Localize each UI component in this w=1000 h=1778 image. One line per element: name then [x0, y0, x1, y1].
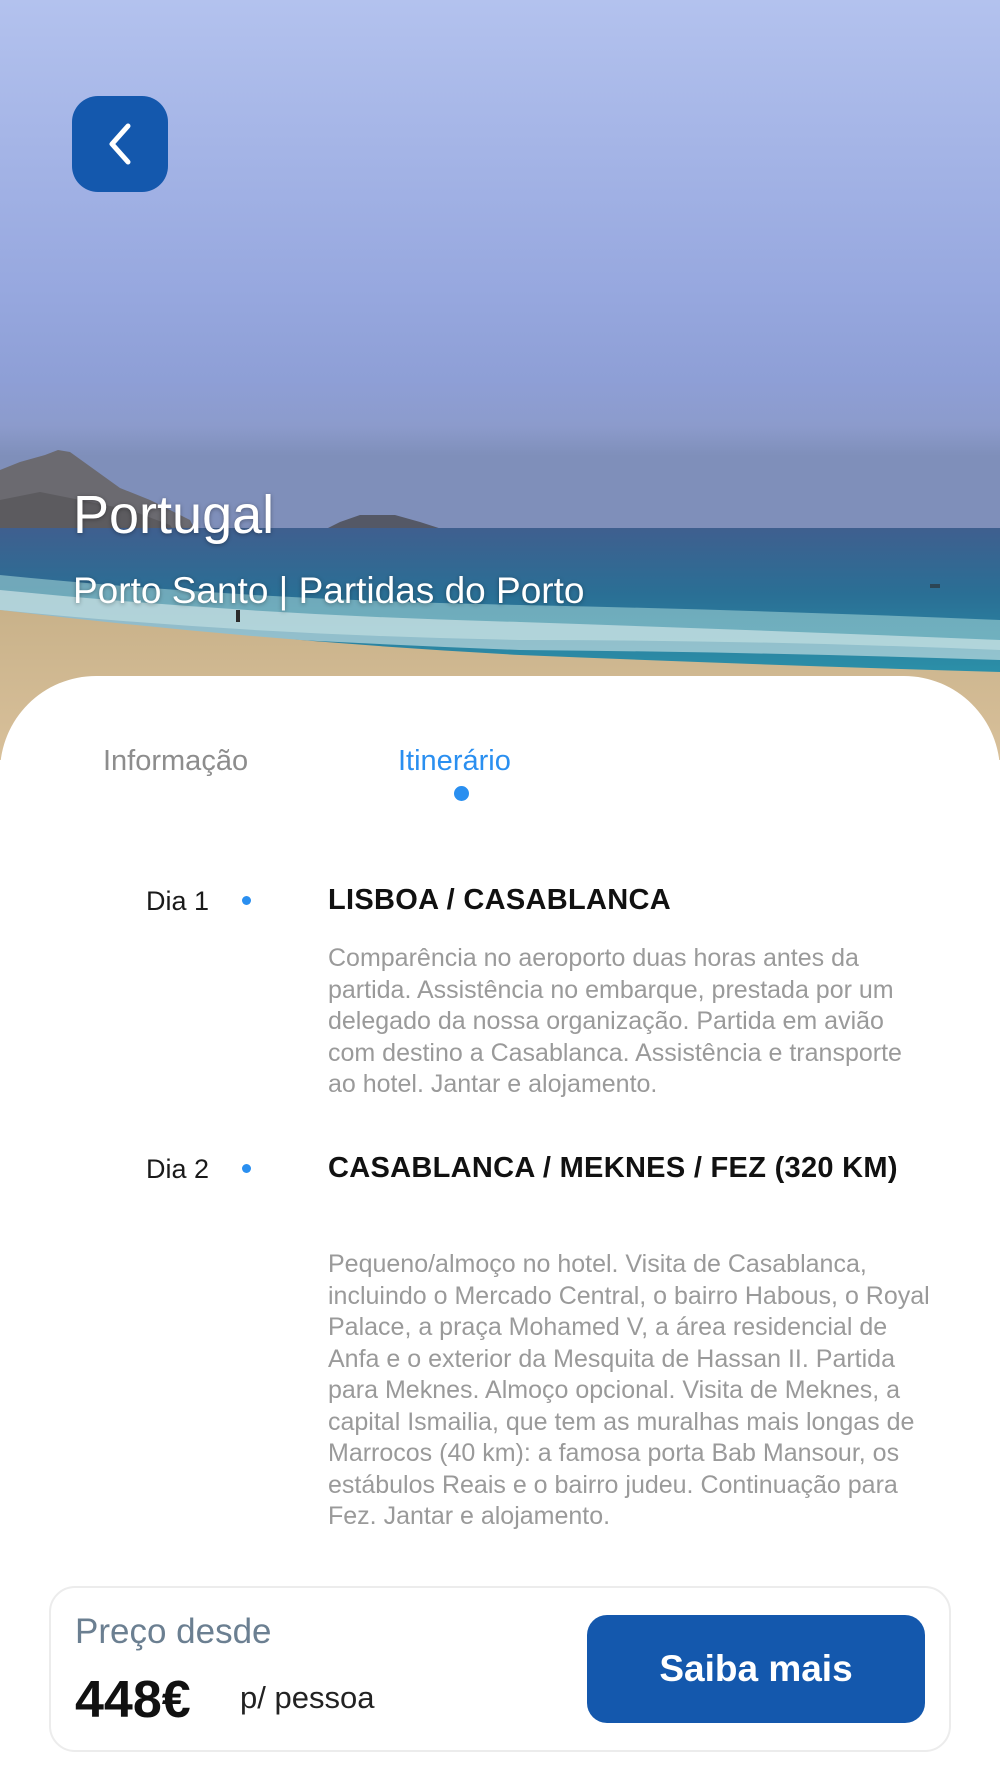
timeline-dot [242, 896, 251, 905]
saiba-mais-button[interactable]: Saiba mais [587, 1615, 925, 1723]
back-button[interactable] [72, 96, 168, 192]
day-description: Pequeno/almoço no hotel. Visita de Casab… [328, 1250, 930, 1530]
day-heading: LISBOA / CASABLANCA [328, 884, 671, 916]
tab-itinerario[interactable]: Itinerário [398, 745, 511, 778]
day-label: Dia 1 [146, 886, 210, 916]
price-unit: p/ pessoa [240, 1680, 375, 1715]
destination-title: Portugal [73, 485, 275, 545]
day-description: Comparência no aeroporto duas horas ante… [328, 944, 902, 1098]
destination-subtitle: Porto Santo | Partidas do Porto [73, 570, 585, 611]
price-value: 448€ [75, 1671, 191, 1729]
chevron-left-icon [109, 123, 131, 165]
tab-informacao[interactable]: Informação [103, 745, 248, 778]
itinerary-list[interactable]: Dia 1 LISBOA / CASABLANCA Comparência no… [0, 870, 1000, 1550]
day-heading: CASABLANCA / MEKNES / FEZ (320 KM) [328, 1152, 898, 1184]
price-label: Preço desde [75, 1612, 272, 1651]
day-label: Dia 2 [146, 1154, 210, 1184]
active-tab-indicator [454, 786, 469, 801]
timeline-dot [242, 1164, 251, 1173]
